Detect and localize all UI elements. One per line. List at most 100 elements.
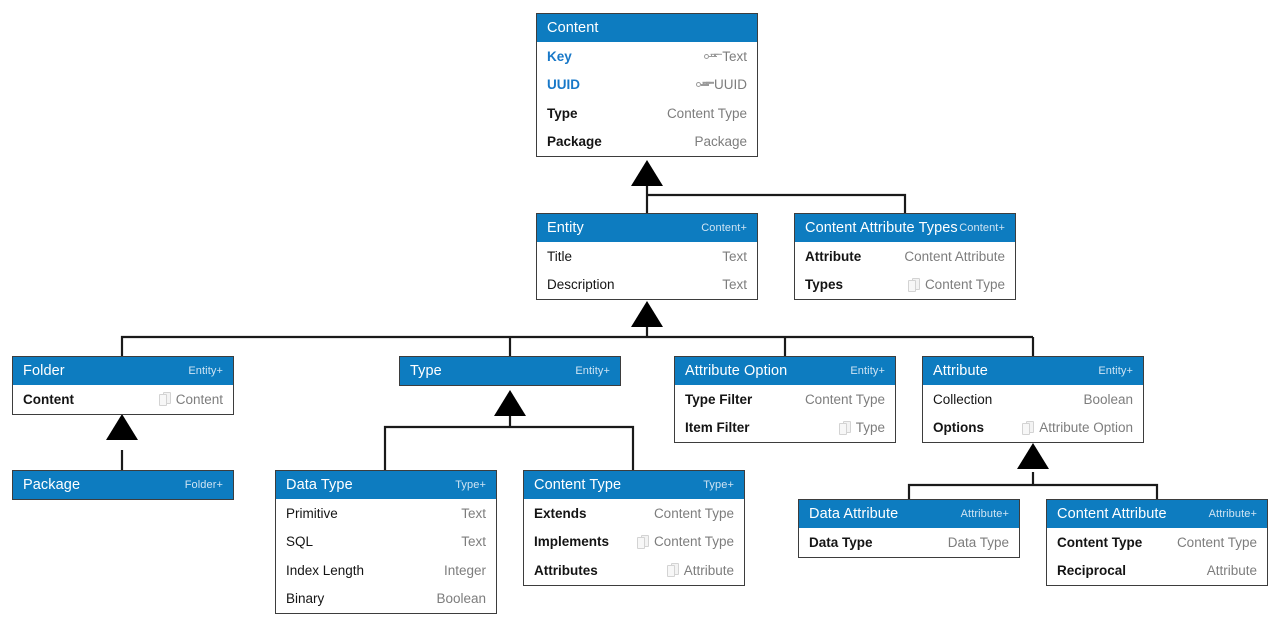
attribute-row[interactable]: Primitive Text	[276, 499, 496, 528]
attribute-type: Package	[694, 134, 747, 149]
attribute-type-label: Attribute	[683, 562, 734, 578]
entity-box-data-attribute[interactable]: Data Attribute Attribute+ Data Type Data Ty…	[798, 499, 1020, 558]
attribute-name: Content	[23, 391, 74, 407]
entity-header-data-attribute[interactable]: Data Attribute Attribute+	[799, 500, 1019, 528]
entity-title: Folder	[23, 363, 65, 379]
attribute-row[interactable]: Title Text	[537, 242, 757, 271]
attribute-name: Package	[547, 134, 602, 150]
attribute-row[interactable]: Attribute Content Attribute	[795, 242, 1015, 271]
entity-box-content-attribute-types[interactable]: Content Attribute Types Content+ Attribute…	[794, 213, 1016, 300]
attribute-row[interactable]: Type Filter Content Type	[675, 385, 895, 414]
attribute-row[interactable]: Collection Boolean	[923, 385, 1143, 414]
entity-header-package[interactable]: Package Folder+	[13, 471, 233, 499]
attribute-row[interactable]: Key Text	[537, 42, 757, 71]
entity-header-data-type[interactable]: Data Type Type+	[276, 471, 496, 499]
attribute-type-label: Text	[722, 48, 747, 64]
attribute-row[interactable]: Options Attribute Option	[923, 414, 1143, 443]
entity-header-folder[interactable]: Folder Entity+	[13, 357, 233, 385]
attribute-type-label: Content Type	[666, 105, 747, 121]
attribute-row[interactable]: Extends Content Type	[524, 499, 744, 528]
attribute-name: Item Filter	[685, 420, 750, 436]
attribute-name: Collection	[933, 391, 993, 407]
attribute-type: UUID	[696, 77, 747, 92]
entity-supertype-label: Type+	[455, 478, 486, 491]
attribute-row[interactable]: Type Content Type	[537, 99, 757, 128]
attribute-name: Type	[547, 105, 578, 121]
attribute-type: Content Type	[1177, 535, 1257, 550]
entity-supertype-label: Entity+	[188, 364, 223, 377]
entity-header-type[interactable]: Type Entity+	[400, 357, 620, 385]
attribute-type-label: Content Type	[804, 391, 885, 407]
attribute-name: Reciprocal	[1057, 563, 1127, 579]
attribute-type: Content Type	[654, 506, 734, 521]
attribute-row[interactable]: Binary Boolean	[276, 585, 496, 614]
attribute-row[interactable]: Implements Content Type	[524, 528, 744, 557]
entity-box-folder[interactable]: Folder Entity+ Content Content	[12, 356, 234, 415]
entity-header-content[interactable]: Content	[537, 14, 757, 42]
entity-box-content-attribute[interactable]: Content Attribute Attribute+ Content Type C…	[1046, 499, 1268, 586]
entity-header-content-type[interactable]: Content Type Type+	[524, 471, 744, 499]
attribute-row[interactable]: Package Package	[537, 128, 757, 157]
entity-box-attribute-option[interactable]: Attribute Option Entity+ Type Filter Conten…	[674, 356, 896, 443]
entity-body: Attribute Content Attribute Types Content T…	[795, 242, 1015, 299]
attribute-type-label: Type	[855, 420, 885, 436]
entity-supertype-label: Content+	[959, 221, 1005, 234]
attribute-name: Types	[805, 277, 844, 293]
attribute-row[interactable]: Content Content	[13, 385, 233, 414]
stack-icon	[838, 420, 851, 435]
attribute-type: Text	[461, 534, 486, 549]
key-icon	[704, 52, 718, 61]
attribute-name: Options	[933, 420, 984, 436]
entity-header-content-attribute[interactable]: Content Attribute Attribute+	[1047, 500, 1267, 528]
attribute-row[interactable]: Types Content Type	[795, 271, 1015, 300]
attribute-type-label: Content Type	[653, 505, 734, 521]
attribute-type-label: Content	[175, 391, 223, 407]
entity-body: Data Type Data Type	[799, 528, 1019, 557]
entity-box-content-type[interactable]: Content Type Type+ Extends Content Type Impl…	[523, 470, 745, 586]
attribute-row[interactable]: Reciprocal Attribute	[1047, 557, 1267, 586]
attribute-type: Integer	[444, 563, 486, 578]
entity-box-package[interactable]: Package Folder+	[12, 470, 234, 500]
inheritance-arrow-icon	[106, 160, 1049, 469]
attribute-row[interactable]: Attributes Attribute	[524, 556, 744, 585]
attribute-row[interactable]: UUID UUID	[537, 71, 757, 100]
entity-title: Type	[410, 363, 442, 379]
attribute-type-label: Boolean	[436, 591, 486, 607]
attribute-row[interactable]: Data Type Data Type	[799, 528, 1019, 557]
stack-icon	[666, 563, 679, 578]
attribute-row[interactable]: Content Type Content Type	[1047, 528, 1267, 557]
attribute-type-label: Content Type	[924, 277, 1005, 293]
attribute-type-label: Boolean	[1083, 391, 1133, 407]
stack-icon	[636, 534, 649, 549]
attribute-name: Key	[547, 48, 572, 64]
attribute-name: UUID	[547, 77, 580, 93]
entity-title: Data Type	[286, 477, 353, 493]
entity-title: Attribute	[933, 363, 988, 379]
attribute-name: Attributes	[534, 562, 598, 578]
entity-title: Content Attribute	[1057, 506, 1167, 522]
entity-box-type[interactable]: Type Entity+	[399, 356, 621, 386]
attribute-type: Boolean	[1083, 392, 1133, 407]
entity-title: Entity	[547, 220, 584, 236]
entity-supertype-label: Entity+	[850, 364, 885, 377]
attribute-type: Text	[704, 49, 747, 64]
attribute-name: Primitive	[286, 505, 338, 521]
attribute-row[interactable]: Description Text	[537, 271, 757, 300]
entity-supertype-label: Entity+	[575, 364, 610, 377]
attribute-type-label: Content Type	[653, 534, 734, 550]
entity-header-attribute-option[interactable]: Attribute Option Entity+	[675, 357, 895, 385]
attribute-row[interactable]: Item Filter Type	[675, 414, 895, 443]
entity-header-content-attribute-types[interactable]: Content Attribute Types Content+	[795, 214, 1015, 242]
entity-header-attribute[interactable]: Attribute Entity+	[923, 357, 1143, 385]
entity-box-attribute[interactable]: Attribute Entity+ Collection Boolean Options…	[922, 356, 1144, 443]
entity-header-entity[interactable]: Entity Content+	[537, 214, 757, 242]
attribute-type: Content Type	[907, 277, 1005, 293]
entity-box-data-type[interactable]: Data Type Type+ Primitive Text SQL Text Index …	[275, 470, 497, 614]
key-icon	[696, 80, 709, 89]
attribute-row[interactable]: Index Length Integer	[276, 556, 496, 585]
attribute-row[interactable]: SQL Text	[276, 528, 496, 557]
entity-box-content[interactable]: Content Key Text UUID UUID Type Content Type Pa…	[536, 13, 758, 157]
attribute-type: Boolean	[436, 591, 486, 606]
attribute-name: Binary	[286, 591, 325, 607]
entity-box-entity[interactable]: Entity Content+ Title Text Description Text	[536, 213, 758, 300]
